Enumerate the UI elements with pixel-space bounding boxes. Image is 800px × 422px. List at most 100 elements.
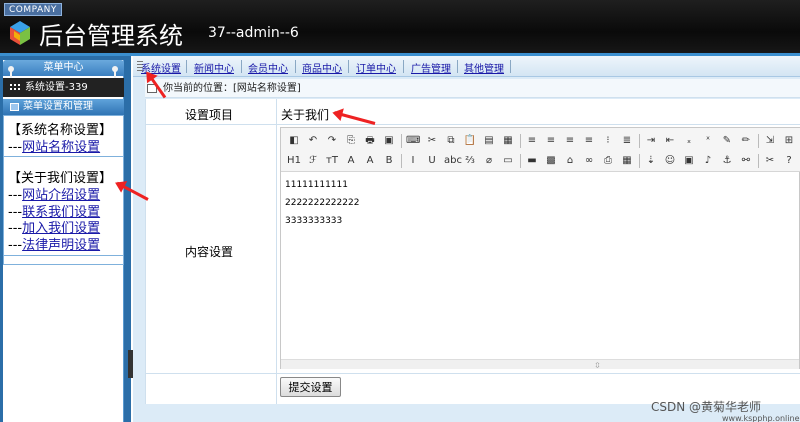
toolbar-button-icon[interactable]: ▦	[620, 154, 634, 168]
logo-icon	[10, 21, 30, 45]
toolbar-button-icon[interactable]: ⚓	[720, 154, 734, 168]
content-label: 内容设置	[185, 245, 234, 259]
toolbar-separator	[758, 134, 759, 148]
nav-divider	[348, 60, 349, 73]
toolbar-button-icon[interactable]: ⇤	[663, 134, 677, 148]
toolbar-button-icon[interactable]: ▣	[682, 154, 696, 168]
toolbar-button-icon[interactable]: ↷	[325, 134, 339, 148]
toolbar-button-icon[interactable]: ⎘	[344, 134, 358, 148]
toolbar-button-icon[interactable]: A	[344, 154, 358, 168]
editor-resize-bar[interactable]: ⇳	[281, 359, 799, 370]
nav-divider	[295, 60, 296, 73]
editor-toolbar: ◧ ↶ ↷ ⎘ 🖶 ▣ ⌨ ✂ ⧉ 📋 ▤ ▦ ≡ ≡ ≡ ≡ ⁝ ≣ ⇥ ⇤ ₓ ˣ ✎ ✏ ⇲ ⊞ H1 ℱтT A A B I Uabc…	[281, 128, 800, 172]
toolbar-button-icon[interactable]: ✎	[720, 134, 734, 148]
toolbar-button-icon[interactable]: 📋	[463, 134, 477, 148]
sidebar-item-site-name[interactable]: ---网站名称设置	[8, 136, 100, 155]
toolbar-button-icon[interactable]: ⇲	[763, 134, 777, 148]
toolbar-button-icon[interactable]: abc	[444, 154, 462, 168]
toolbar-button-icon[interactable]: ▤	[482, 134, 496, 148]
nav-item-orders[interactable]: 订单中心	[356, 60, 396, 75]
setting-item-label: 设置项目	[185, 108, 234, 122]
toolbar-button-icon[interactable]: тT	[325, 154, 339, 168]
toolbar-button-icon[interactable]: ⅔	[463, 154, 477, 168]
toolbar-button-icon[interactable]: ≣	[620, 134, 634, 148]
submit-button[interactable]: 提交设置	[280, 377, 341, 397]
toolbar-button-icon[interactable]: ▩	[544, 154, 558, 168]
toolbar-button-icon[interactable]: ▬	[525, 154, 539, 168]
nav-divider	[241, 60, 242, 73]
nav-item-members[interactable]: 会员中心	[248, 60, 288, 75]
toolbar-button-icon[interactable]: B	[382, 154, 396, 168]
breadcrumb-text: 你当前的位置：[网站名称设置]	[163, 83, 301, 94]
nav-item-other[interactable]: 其他管理	[464, 60, 504, 75]
form-row-divider	[145, 373, 800, 374]
system-user-bar[interactable]: 系统设置-339	[3, 78, 124, 97]
toolbar-button-icon[interactable]: ⁝	[601, 134, 615, 148]
toolbar-button-icon[interactable]: ☺	[663, 154, 677, 168]
toolbar-button-icon[interactable]: ≡	[582, 134, 596, 148]
toolbar-separator	[639, 134, 640, 148]
sidebar-link-site-name[interactable]: 网站名称设置	[22, 140, 100, 155]
toolbar-button-icon[interactable]: ⎙	[601, 154, 615, 168]
rich-text-editor[interactable]: ◧ ↶ ↷ ⎘ 🖶 ▣ ⌨ ✂ ⧉ 📋 ▤ ▦ ≡ ≡ ≡ ≡ ⁝ ≣ ⇥ ⇤ ₓ ˣ ✎ ✏ ⇲ ⊞ H1 ℱтT A A B I Uabc…	[280, 127, 800, 370]
toolbar-button-icon[interactable]: ✂	[763, 154, 777, 168]
toolbar-button-icon[interactable]: ▭	[501, 154, 515, 168]
toolbar-button-icon[interactable]: ?	[782, 154, 796, 168]
editor-line[interactable]: 11111111111	[285, 180, 348, 190]
toolbar-button-icon[interactable]: ⚯	[739, 154, 753, 168]
toolbar-button-icon[interactable]: A	[363, 154, 377, 168]
toolbar-button-icon[interactable]: ◧	[287, 134, 301, 148]
toolbar-button-icon[interactable]: ⧉	[444, 134, 458, 148]
toolbar-button-icon[interactable]: ∞	[582, 154, 596, 168]
app-root: COMPANY 后台管理系统 37--admin--6 菜单中心 系统设置-33…	[0, 0, 800, 422]
toolbar-button-icon[interactable]: ⇥	[644, 134, 658, 148]
nav-item-ads[interactable]: 广告管理	[411, 60, 451, 75]
group-divider	[4, 255, 123, 256]
toolbar-button-icon[interactable]: ✏	[739, 134, 753, 148]
nav-item-news[interactable]: 新闻中心	[194, 60, 234, 75]
pin-icon	[8, 66, 14, 79]
editor-line[interactable]: 2222222222222	[285, 198, 359, 208]
menu-panel-body: 【系统名称设置】 ---网站名称设置 【关于我们设置】 ---网站介绍设置 --…	[3, 115, 124, 265]
toolbar-button-icon[interactable]: ▣	[382, 134, 396, 148]
toolbar-button-icon[interactable]: ≡	[563, 134, 577, 148]
toolbar-button-icon[interactable]: ≡	[544, 134, 558, 148]
breadcrumb: 你当前的位置：[网站名称设置]	[145, 79, 800, 98]
toolbar-button-icon[interactable]: ⌂	[563, 154, 577, 168]
toolbar-button-icon[interactable]: 🖶	[363, 134, 377, 148]
nav-divider	[186, 60, 187, 73]
toolbar-button-icon[interactable]: ⌨	[406, 134, 420, 148]
toolbar-button-icon[interactable]: ⊞	[782, 134, 796, 148]
toolbar-button-icon[interactable]: ≡	[525, 134, 539, 148]
toolbar-button-icon[interactable]: ♪	[701, 154, 715, 168]
system-user-label: 系统设置-339	[25, 82, 88, 93]
form-column-divider	[276, 99, 277, 404]
editor-line[interactable]: 3333333333	[285, 216, 342, 226]
nav-divider	[457, 60, 458, 73]
nav-item-products[interactable]: 商品中心	[302, 60, 342, 75]
toolbar-button-icon[interactable]: ℱ	[306, 154, 320, 168]
toolbar-button-icon[interactable]: ⌀	[482, 154, 496, 168]
toolbar-button-icon[interactable]: ⇣	[644, 154, 658, 168]
pin-icon	[112, 66, 118, 79]
toolbar-button-icon[interactable]: ▦	[501, 134, 515, 148]
toolbar-button-icon[interactable]: ↶	[306, 134, 320, 148]
toolbar-button-icon[interactable]: ₓ	[682, 134, 696, 148]
sidebar-item-legal[interactable]: ---法律声明设置	[8, 234, 100, 253]
sidebar-link-legal[interactable]: 法律声明设置	[22, 238, 100, 253]
nav-divider	[510, 60, 511, 73]
toolbar-button-icon[interactable]: ✂	[425, 134, 439, 148]
toolbar-button-icon[interactable]: U	[425, 154, 439, 168]
header-bar: COMPANY 后台管理系统 37--admin--6	[0, 0, 800, 56]
toolbar-separator	[401, 154, 402, 168]
resize-handle-icon[interactable]: ⇳	[594, 361, 601, 370]
list-icon	[10, 103, 19, 111]
toolbar-button-icon[interactable]: ˣ	[701, 134, 715, 148]
toolbar-button-icon[interactable]: I	[406, 154, 420, 168]
toolbar-button-icon[interactable]: H1	[287, 154, 301, 168]
menu-center-title: 菜单中心	[3, 60, 124, 76]
toolbar-separator	[758, 154, 759, 168]
top-nav: 系统设置 新闻中心 会员中心 商品中心 订单中心 广告管理 其他管理	[133, 56, 800, 77]
toolbar-separator	[520, 134, 521, 148]
toolbar-separator	[639, 154, 640, 168]
